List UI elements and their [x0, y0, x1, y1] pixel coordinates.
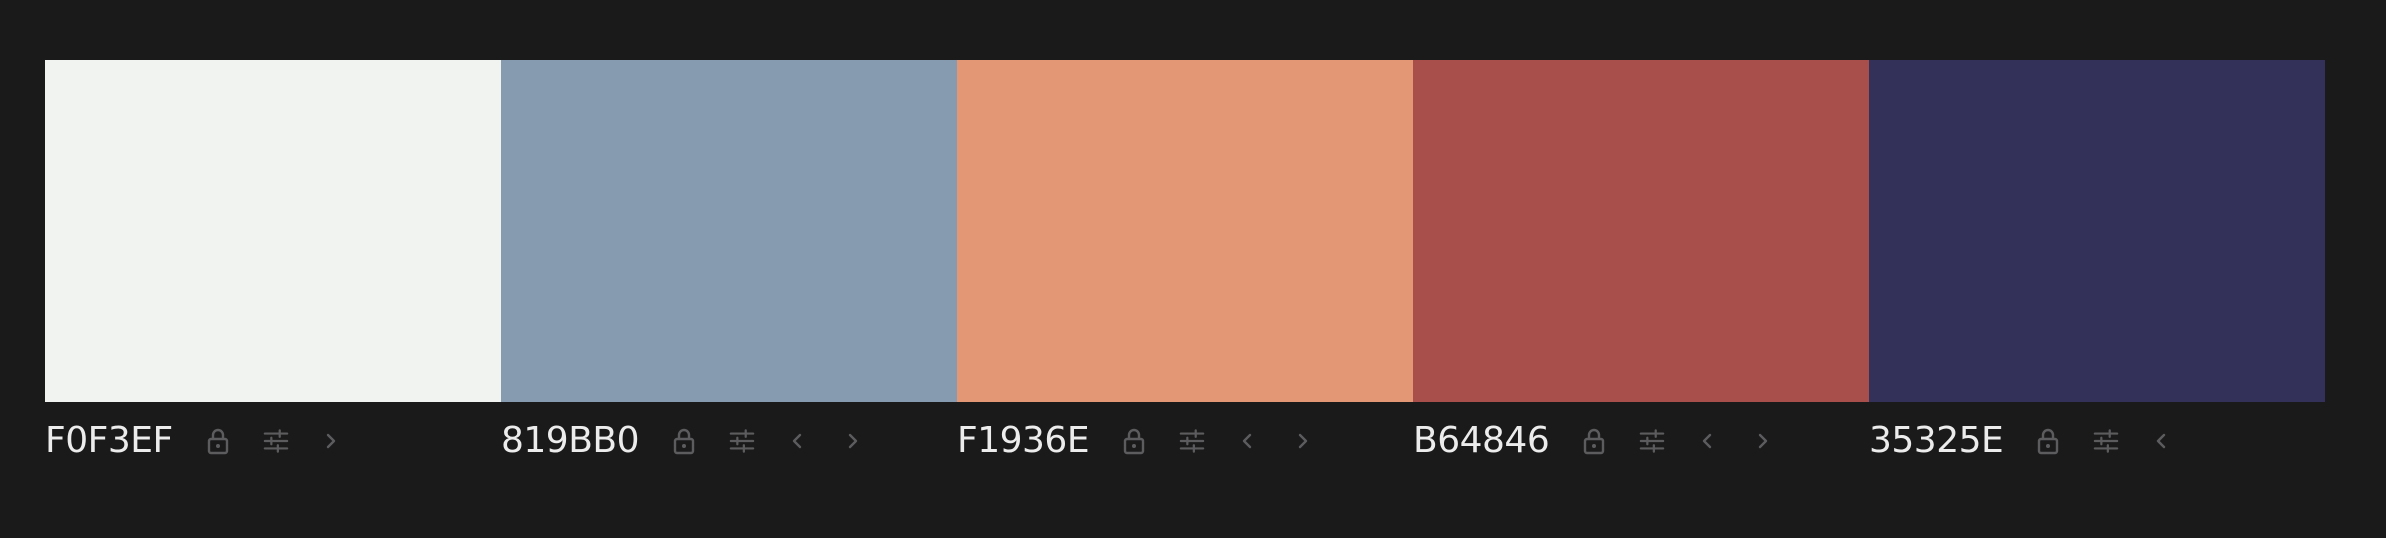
chevron-right-icon[interactable]	[1293, 426, 1313, 456]
lock-icon[interactable]	[205, 426, 231, 456]
sliders-icon[interactable]	[729, 426, 755, 456]
hex-code-label[interactable]: B64846	[1413, 423, 1550, 459]
color-controls: 819BB0	[501, 402, 957, 480]
color-column: 819BB0	[501, 60, 957, 480]
color-controls: 35325E	[1869, 402, 2325, 480]
sliders-icon[interactable]	[263, 426, 289, 456]
hex-code-label[interactable]: F1936E	[957, 423, 1090, 459]
color-palette: F0F3EF 819BB0 F1936E B64846 35325E	[45, 60, 2325, 480]
sliders-icon[interactable]	[1639, 426, 1665, 456]
color-column: 35325E	[1869, 60, 2325, 480]
lock-icon[interactable]	[1581, 426, 1607, 456]
chevron-left-icon[interactable]	[2151, 426, 2171, 456]
sliders-icon[interactable]	[2093, 426, 2119, 456]
color-controls: B64846	[1413, 402, 1869, 480]
chevron-right-icon[interactable]	[321, 426, 341, 456]
color-swatch[interactable]	[957, 60, 1413, 402]
color-column: B64846	[1413, 60, 1869, 480]
color-swatch[interactable]	[45, 60, 501, 402]
color-controls: F1936E	[957, 402, 1413, 480]
hex-code-label[interactable]: 35325E	[1869, 423, 2004, 459]
sliders-icon[interactable]	[1179, 426, 1205, 456]
color-column: F0F3EF	[45, 60, 501, 480]
lock-icon[interactable]	[671, 426, 697, 456]
chevron-right-icon[interactable]	[843, 426, 863, 456]
color-swatch[interactable]	[1869, 60, 2325, 402]
color-swatch[interactable]	[501, 60, 957, 402]
chevron-left-icon[interactable]	[787, 426, 807, 456]
color-column: F1936E	[957, 60, 1413, 480]
color-controls: F0F3EF	[45, 402, 501, 480]
chevron-right-icon[interactable]	[1753, 426, 1773, 456]
hex-code-label[interactable]: 819BB0	[501, 423, 640, 459]
chevron-left-icon[interactable]	[1697, 426, 1717, 456]
color-swatch[interactable]	[1413, 60, 1869, 402]
lock-icon[interactable]	[1121, 426, 1147, 456]
lock-icon[interactable]	[2035, 426, 2061, 456]
hex-code-label[interactable]: F0F3EF	[45, 423, 173, 459]
chevron-left-icon[interactable]	[1237, 426, 1257, 456]
